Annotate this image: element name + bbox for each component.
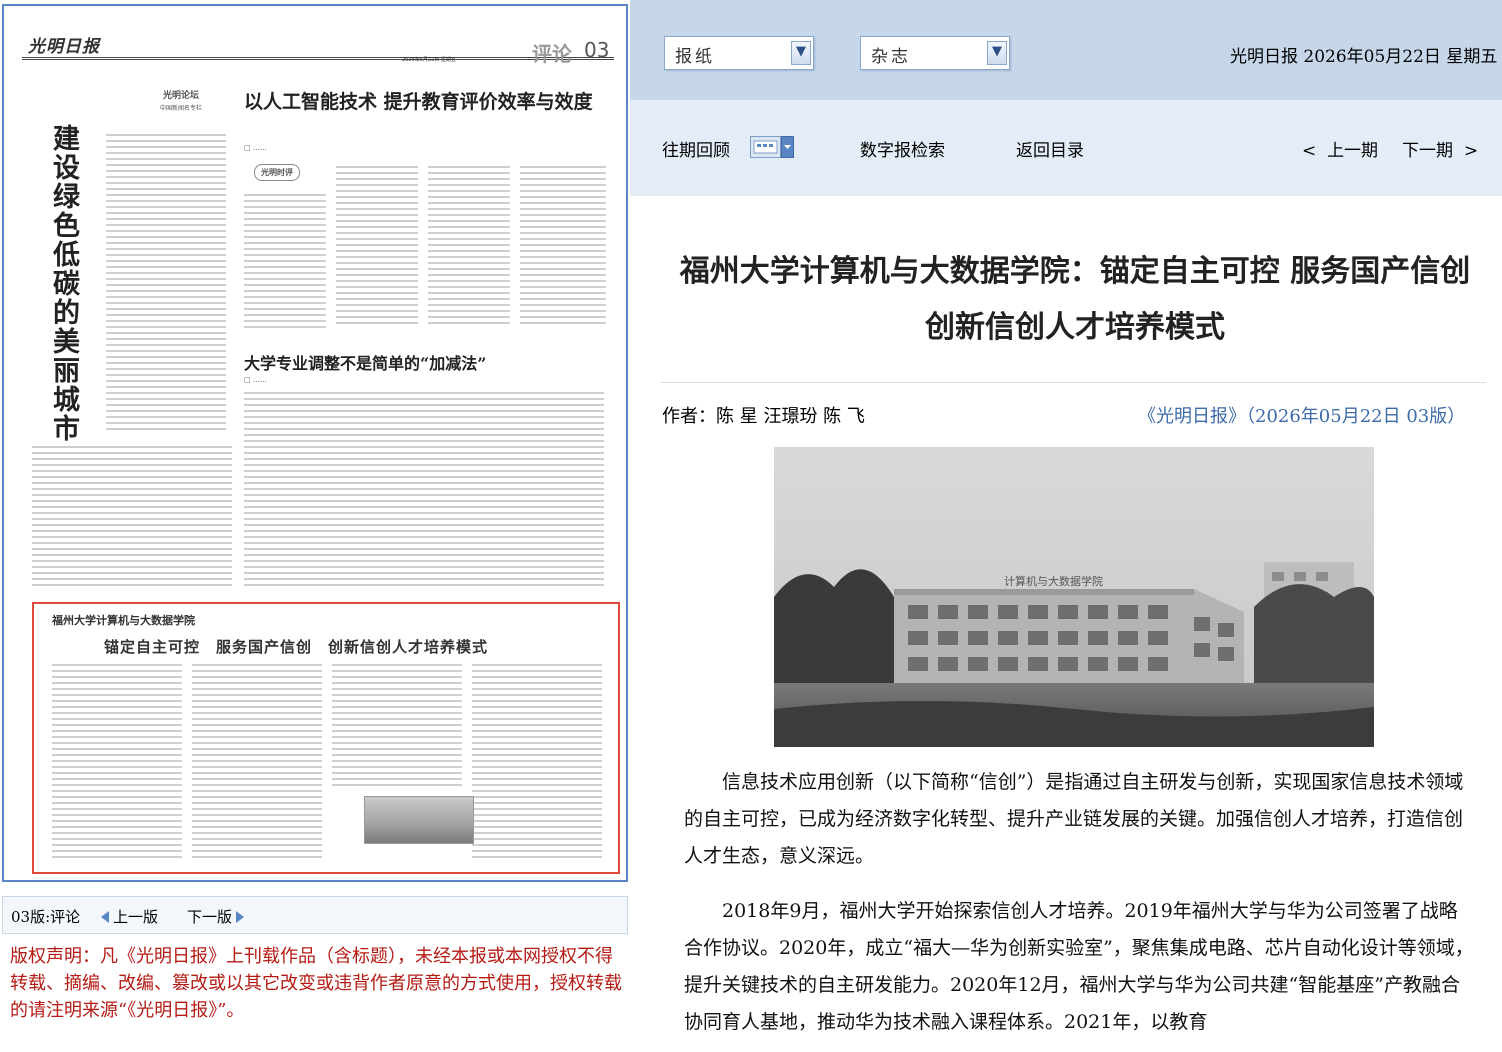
paper-masthead: 光明日报 2026年5月22日 星期五 评论 03 <box>22 16 614 66</box>
article-source: 《光明日报》（2026年05月22日 03版） <box>1138 406 1466 427</box>
newspaper-page-image: 光明日报 2026年5月22日 星期五 评论 03 建设绿色低碳的美丽城市 光明… <box>22 16 620 878</box>
text-column-4 <box>336 166 418 340</box>
highlight-text-col-2 <box>192 664 322 864</box>
forum-logo-sub: 中国新闻名专栏 <box>159 105 202 112</box>
author-names: 陈 星 汪璟玢 陈 飞 <box>716 406 865 427</box>
top-bar: 报纸 ▼ 杂志 ▼ 光明日报 2026年05月22日 星期五 <box>630 0 1502 100</box>
text-column-6 <box>520 166 606 340</box>
back-to-index-link[interactable]: 返回目录 <box>1016 136 1084 161</box>
article-link-ai-education[interactable]: 以人工智能技术 提升教育评价效率与效度 <box>244 90 604 114</box>
prev-issue-link[interactable]: < 上一期 <box>1302 136 1378 161</box>
triangle-right-icon <box>236 911 245 923</box>
highlight-text-col-4 <box>472 664 602 864</box>
title-divider <box>660 382 1486 383</box>
article-link-major-adjustment[interactable]: 大学专业调整不是简单的“加减法” <box>244 350 604 374</box>
text-column-2 <box>32 446 232 596</box>
prev-edition-label: 上一版 <box>113 908 159 926</box>
text-column-5 <box>428 166 510 340</box>
chevron-down-icon[interactable]: ▼ <box>987 41 1007 65</box>
paper-dateline: 2026年5月22日 星期五 <box>402 57 456 63</box>
forum-column-logo: 光明论坛 中国新闻名专栏 <box>132 88 230 112</box>
highlight-text-col-1 <box>52 664 182 864</box>
article-photo: 计算机与大数据学院 <box>774 447 1374 747</box>
highlight-text-col-3 <box>332 664 462 790</box>
article-title: 福州大学计算机与大数据学院：锚定自主可控 服务国产信创 创新信创人才培养模式 <box>679 254 1471 345</box>
chevron-left-icon: < <box>1302 141 1317 161</box>
article-link-vertical-title[interactable]: 建设绿色低碳的美丽城市 <box>44 124 79 443</box>
next-edition-link[interactable]: 下一版 <box>187 906 245 927</box>
chevron-right-icon: > <box>1463 141 1479 161</box>
article-paragraph-1: 信息技术应用创新（以下简称“信创”）是指通过自主研发与创新，实现国家信息技术领域… <box>684 771 1464 867</box>
triangle-left-icon <box>101 911 109 923</box>
byline-major-adjustment: □ …… <box>244 376 267 384</box>
highlight-building-photo <box>364 796 474 844</box>
forum-logo-text: 光明论坛 <box>162 91 199 101</box>
digital-search-link[interactable]: 数字报检索 <box>860 136 945 161</box>
building-sign-text: 计算机与大数据学院 <box>1004 574 1103 588</box>
byline-ai-education: □ …… <box>244 144 267 152</box>
author-line: 作者：陈 星 汪璟玢 陈 飞 <box>662 402 865 428</box>
edition-navigation: 03版:评论 上一版 下一版 <box>2 896 628 934</box>
author-label: 作者： <box>662 406 716 427</box>
paper-page-number: 03 <box>584 38 610 62</box>
newspaper-select[interactable]: 报纸 ▼ <box>664 36 814 70</box>
newspaper-select-value: 报纸 <box>675 47 715 67</box>
copyright-notice: 版权声明：凡《光明日报》上刊载作品（含标题），未经本报或本网授权不得转载、摘编、… <box>10 946 622 1021</box>
edition-label: 03版:评论 <box>11 908 81 926</box>
text-column-7 <box>244 392 604 594</box>
text-column-1 <box>106 134 226 444</box>
newspaper-page-panel: 光明日报 2026年5月22日 星期五 评论 03 建设绿色低碳的美丽城市 光明… <box>0 0 630 1052</box>
issue-date: 光明日报 2026年05月22日 星期五 <box>1230 47 1498 67</box>
next-edition-label: 下一版 <box>187 908 233 926</box>
magazine-select-value: 杂志 <box>871 47 911 67</box>
highlight-title-main: 锚定自主可控 服务国产信创 创新信创人才培养模式 <box>104 638 489 656</box>
next-issue-link[interactable]: 下一期 > <box>1402 136 1478 161</box>
highlighted-article-region[interactable]: 福州大学计算机与大数据学院 锚定自主可控 服务国产信创 创新信创人才培养模式 <box>32 602 620 874</box>
highlight-title-institution: 福州大学计算机与大数据学院 <box>52 614 195 627</box>
prev-issue-label: 上一期 <box>1327 141 1379 161</box>
chevron-down-icon[interactable]: ▼ <box>791 41 811 65</box>
article-paragraph-2: 2018年9月，福州大学开始探索信创人才培养。2019年福州大学与华为公司签署了… <box>684 900 1474 1033</box>
building-photo-image: 计算机与大数据学院 <box>774 447 1374 747</box>
magazine-select[interactable]: 杂志 ▼ <box>860 36 1010 70</box>
prev-edition-link[interactable]: 上一版 <box>101 906 158 927</box>
next-issue-label: 下一期 <box>1402 141 1453 161</box>
past-issues-link[interactable]: 往期回顾 <box>662 136 730 161</box>
paper-logo: 光明日报 <box>28 37 100 57</box>
comment-column-tag: 光明时评 <box>254 164 300 181</box>
newspaper-page-preview[interactable]: 光明日报 2026年5月22日 星期五 评论 03 建设绿色低碳的美丽城市 光明… <box>2 4 628 882</box>
calendar-picker-icon[interactable] <box>750 136 794 158</box>
paper-section-name: 评论 <box>532 42 572 66</box>
text-column-3 <box>244 194 326 340</box>
